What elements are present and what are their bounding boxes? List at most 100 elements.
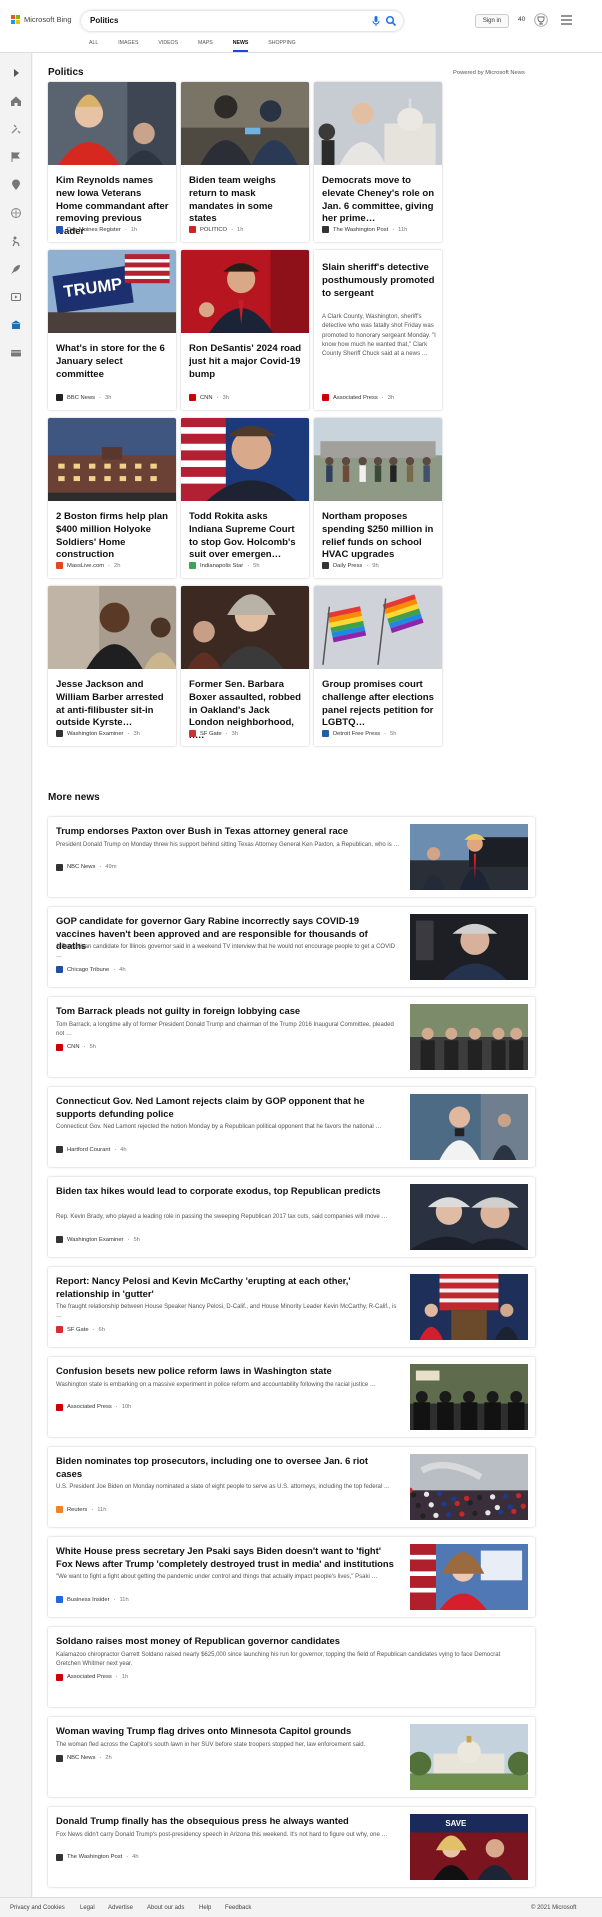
news-item-title[interactable]: Tom Barrack pleads not guilty in foreign… [56,1005,396,1018]
news-card-source[interactable]: MassLive.com · 2h [56,562,120,569]
location-icon[interactable] [10,179,22,191]
bing-logo[interactable]: Microsoft Bing [11,15,72,24]
news-card[interactable]: Former Sen. Barbara Boxer assaulted, rob… [181,586,309,746]
news-card-source[interactable]: POLITICO · 1h [189,226,243,233]
video-icon[interactable] [10,291,22,303]
news-item-thumbnail[interactable] [410,1274,528,1340]
sign-in-button[interactable]: Sign in [475,14,509,28]
news-item-title[interactable]: Donald Trump finally has the obsequious … [56,1815,396,1828]
footer-link-advertise[interactable]: Advertise [108,1905,133,1911]
news-item-thumbnail[interactable] [410,1094,528,1160]
news-card-title[interactable]: Democrats move to elevate Cheney's role … [322,175,436,226]
news-card-source[interactable]: BBC News · 3h [56,394,111,401]
rocket-icon[interactable] [10,263,22,275]
news-card-title[interactable]: What's in store for the 6 January select… [56,343,170,381]
news-list-item[interactable]: Tom Barrack pleads not guilty in foreign… [48,997,535,1077]
news-card-image[interactable] [48,418,176,501]
news-list-item[interactable]: Confusion besets new police reform laws … [48,1357,535,1437]
news-card-title[interactable]: Jesse Jackson and William Barber arreste… [56,679,170,730]
news-card-source[interactable]: Detroit Free Press · 5h [322,730,396,737]
news-card[interactable]: Ron DeSantis' 2024 road just hit a major… [181,250,309,410]
search-box[interactable]: Politics [81,11,403,31]
news-card-image[interactable] [314,82,442,165]
chevron-right-icon[interactable] [10,67,22,79]
news-item-title[interactable]: Biden tax hikes would lead to corporate … [56,1185,396,1198]
news-card-source[interactable]: Daily Press · 9h [322,562,379,569]
news-card-title[interactable]: Todd Rokita asks Indiana Supreme Court t… [189,511,303,562]
news-item-title[interactable]: White House press secretary Jen Psaki sa… [56,1545,396,1570]
news-item-title[interactable]: Trump endorses Paxton over Bush in Texas… [56,825,396,838]
news-item-thumbnail[interactable] [410,1004,528,1070]
news-card[interactable]: TRUMP What's in store for the 6 January s… [48,250,176,410]
news-item-source[interactable]: Washington Examiner · 5h [56,1236,140,1243]
news-card[interactable]: Northam proposes spending $250 million i… [314,418,442,578]
footer-link-help[interactable]: Help [199,1905,211,1911]
news-card[interactable]: Group promises court challenge after ele… [314,586,442,746]
news-list-item[interactable]: Connecticut Gov. Ned Lamont rejects clai… [48,1087,535,1167]
rewards-points[interactable]: 40 [518,16,525,23]
rewards-trophy-icon[interactable] [534,13,548,27]
news-item-thumbnail[interactable] [410,1364,528,1430]
footer-link-about-ads[interactable]: About our ads [147,1905,184,1911]
news-list-item[interactable]: Soldano raises most money of Republican … [48,1627,535,1707]
news-card-image[interactable] [48,82,176,165]
news-item-thumbnail[interactable] [410,1454,528,1520]
news-card-source[interactable]: SF Gate · 3h [189,730,238,737]
footer-link-feedback[interactable]: Feedback [225,1905,251,1911]
news-card-title[interactable]: Biden team weighs return to mask mandate… [189,175,303,226]
sports-icon[interactable] [10,235,22,247]
news-item-source[interactable]: Hartford Courant · 4h [56,1146,127,1153]
news-list-item[interactable]: Biden tax hikes would lead to corporate … [48,1177,535,1257]
news-card-source[interactable]: CNN · 3h [189,394,229,401]
news-card-source[interactable]: Associated Press · 3h [322,394,394,401]
news-item-title[interactable]: Biden nominates top prosecutors, includi… [56,1455,396,1480]
footer-link-privacy[interactable]: Privacy and Cookies [10,1905,65,1911]
news-card[interactable]: Democrats move to elevate Cheney's role … [314,82,442,242]
news-item-title[interactable]: Soldano raises most money of Republican … [56,1635,516,1648]
news-card[interactable]: Slain sheriff's detective posthumously p… [314,250,442,410]
news-card-source[interactable]: Des Moines Register · 1h [56,226,137,233]
news-card[interactable]: Todd Rokita asks Indiana Supreme Court t… [181,418,309,578]
footer-link-legal[interactable]: Legal [80,1905,95,1911]
news-item-thumbnail[interactable] [410,914,528,980]
tools-icon[interactable] [10,123,22,135]
news-card[interactable]: Biden team weighs return to mask mandate… [181,82,309,242]
news-list-item[interactable]: White House press secretary Jen Psaki sa… [48,1537,535,1617]
news-item-thumbnail[interactable] [410,1544,528,1610]
news-item-source[interactable]: Reuters · 11h [56,1506,107,1513]
tab-videos[interactable]: VIDEOS [158,40,178,53]
tab-shopping[interactable]: SHOPPING [268,40,295,53]
news-card[interactable]: 2 Boston firms help plan $400 million Ho… [48,418,176,578]
tab-news[interactable]: NEWS [232,40,248,53]
search-input[interactable]: Politics [90,16,118,25]
card-icon[interactable] [10,347,22,359]
news-card-image[interactable] [314,586,442,669]
tab-maps[interactable]: MAPS [198,40,213,53]
news-card-source[interactable]: Indianapolis Star · 5h [189,562,260,569]
news-item-source[interactable]: NBC News · 2h [56,1754,112,1762]
news-card-image[interactable]: TRUMP [48,250,176,333]
news-card[interactable]: Kim Reynolds names new Iowa Veterans Hom… [48,82,176,242]
news-item-thumbnail[interactable] [410,1184,528,1250]
news-card-source[interactable]: The Washington Post · 11h [322,226,407,233]
news-item-title[interactable]: Report: Nancy Pelosi and Kevin McCarthy … [56,1275,396,1300]
news-card[interactable]: Jesse Jackson and William Barber arreste… [48,586,176,746]
home-icon[interactable] [10,95,22,107]
news-card-title[interactable]: 2 Boston firms help plan $400 million Ho… [56,511,170,562]
news-card-image[interactable] [48,586,176,669]
news-item-source[interactable]: SF Gate · 6h [56,1326,105,1333]
news-item-title[interactable]: Confusion besets new police reform laws … [56,1365,396,1378]
tab-images[interactable]: IMAGES [118,40,138,53]
news-card-image[interactable] [181,586,309,669]
news-card-title[interactable]: Group promises court challenge after ele… [322,679,436,730]
news-item-source[interactable]: NBC News · 49m [56,863,117,871]
news-list-item[interactable]: Donald Trump finally has the obsequious … [48,1807,535,1887]
flag-icon[interactable] [10,151,22,163]
news-item-source[interactable]: Business Insider · 11h [56,1596,129,1603]
news-card-image[interactable] [181,82,309,165]
bank-icon[interactable] [10,319,22,331]
news-item-source[interactable]: Chicago Tribune · 4h [56,966,126,973]
news-card-title[interactable]: Slain sheriff's detective posthumously p… [322,262,436,300]
news-list-item[interactable]: Biden nominates top prosecutors, includi… [48,1447,535,1527]
powered-by[interactable]: Powered by Microsoft News [453,70,525,76]
